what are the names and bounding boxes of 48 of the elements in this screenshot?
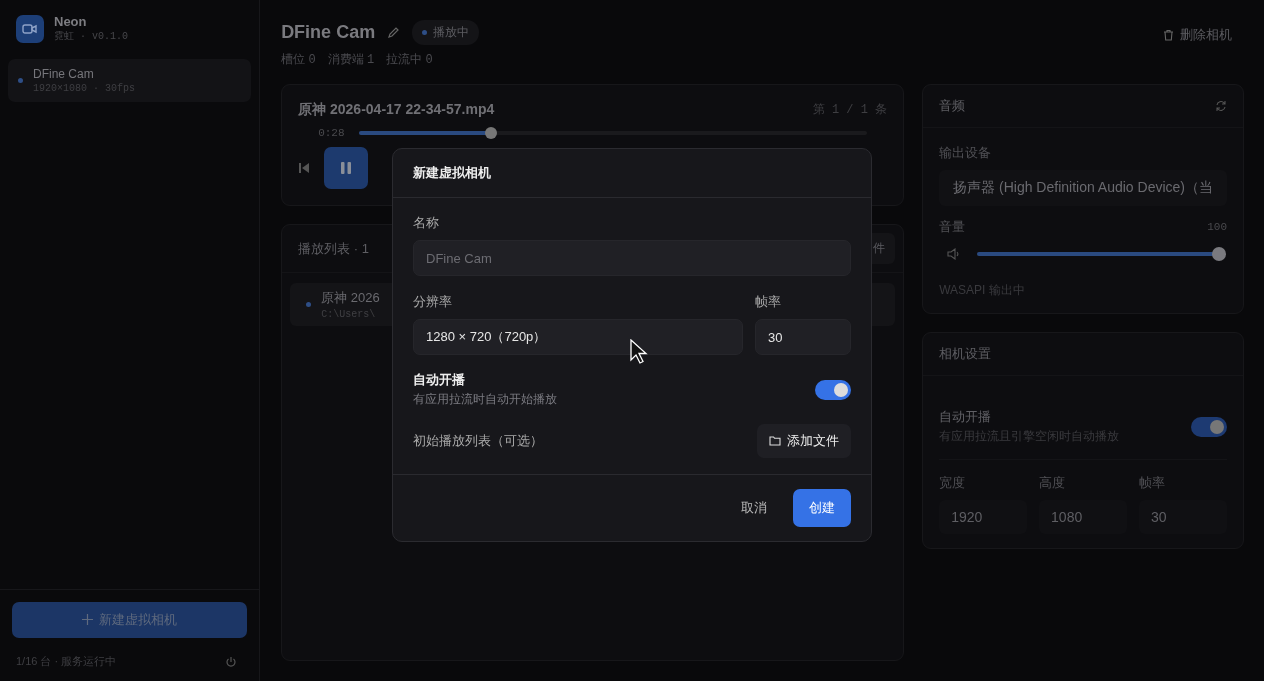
camera-settings-title: 相机设置	[939, 345, 992, 363]
delete-camera-button[interactable]: 删除相机	[1151, 20, 1244, 50]
playlist-title: 播放列表 · 1	[298, 239, 369, 258]
output-device-select[interactable]: 扬声器 (High Definition Audio Device)（当	[939, 170, 1227, 206]
field-label: 帧率	[1139, 474, 1167, 492]
name-label: 名称	[413, 214, 440, 232]
pause-icon	[340, 161, 353, 175]
fps-label: 帧率	[755, 293, 782, 311]
cursor-icon	[630, 339, 648, 365]
refresh-icon[interactable]	[1215, 100, 1227, 112]
elapsed-time: 0:28	[318, 127, 345, 139]
resolution-label: 分辨率	[413, 293, 453, 311]
autoplay-toggle[interactable]	[815, 379, 851, 400]
status-badge: 播放中	[412, 20, 480, 45]
plus-icon	[82, 614, 94, 625]
stat-item: 消费端 1	[327, 51, 375, 68]
camera-title: DFine Cam	[281, 22, 376, 43]
field-label: 高度	[1039, 474, 1067, 492]
fps-input[interactable]: 30	[755, 319, 851, 355]
volume-handle[interactable]	[1212, 247, 1226, 261]
app-name: Neon	[54, 14, 88, 29]
folder-icon	[769, 436, 781, 446]
create-button[interactable]: 创建	[793, 489, 851, 527]
output-device-label: 输出设备	[939, 144, 993, 162]
camera-logo-icon	[16, 14, 44, 43]
audio-title: 音频	[939, 97, 966, 115]
add-file-button[interactable]: 添加文件	[757, 424, 851, 458]
autoplay-hint: 有应用拉流时自动开始播放	[413, 391, 557, 408]
previous-icon[interactable]	[298, 162, 311, 174]
autoplay-toggle[interactable]	[1191, 416, 1227, 437]
new-camera-button[interactable]: 新建虚拟相机	[12, 602, 248, 638]
cancel-button[interactable]: 取消	[735, 498, 773, 518]
pause-button[interactable]	[324, 147, 369, 189]
file-title: 原神 2026-04-17 22-34-57.mp4	[298, 101, 495, 119]
trash-icon	[1163, 29, 1174, 41]
stat-item: 拉流中 0	[386, 51, 433, 68]
stat-item: 槽位 0	[281, 51, 316, 68]
dialog-title: 新建虚拟相机	[413, 165, 491, 180]
volume-label: 音量	[939, 218, 966, 236]
progress-handle[interactable]	[484, 127, 497, 139]
initial-playlist-label: 初始播放列表（可选）	[413, 432, 543, 450]
autoplay-label: 自动开播	[939, 408, 993, 426]
resolution-select[interactable]: 1280 × 720（720p）	[413, 319, 743, 355]
edit-icon[interactable]	[387, 26, 401, 39]
name-input[interactable]: DFine Cam	[413, 240, 851, 276]
power-icon[interactable]	[225, 655, 238, 668]
autoplay-label: 自动开播	[413, 371, 466, 389]
field-label: 宽度	[939, 474, 967, 492]
